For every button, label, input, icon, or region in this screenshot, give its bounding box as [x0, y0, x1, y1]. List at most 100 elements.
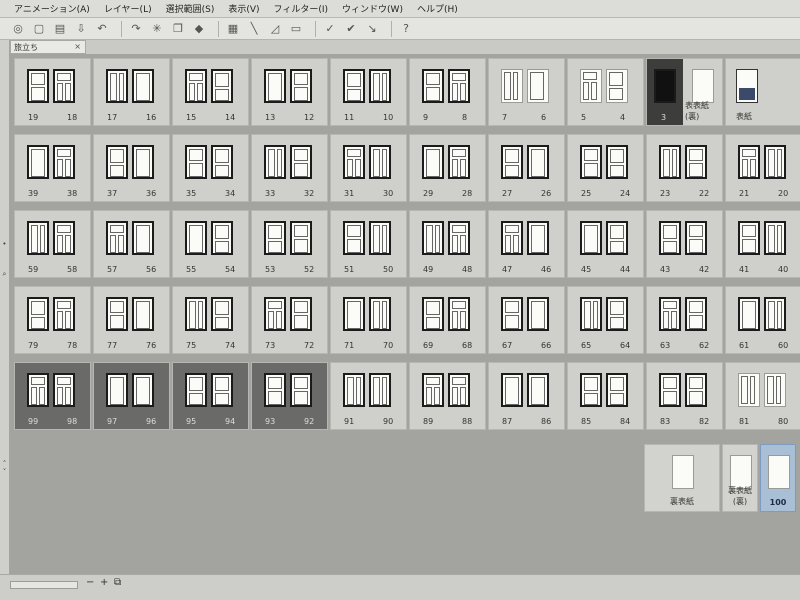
page-thumbnail[interactable] — [132, 145, 154, 179]
page-thumbnail[interactable] — [501, 221, 523, 255]
page-spread[interactable]: 31 30 — [330, 134, 407, 202]
selected-page[interactable]: 100 — [760, 444, 796, 512]
page-thumbnail[interactable] — [736, 69, 758, 103]
menu-item[interactable]: 選択範囲(S) — [166, 2, 215, 15]
page-thumbnail[interactable] — [527, 145, 549, 179]
page-spread[interactable]: 97 96 — [93, 362, 170, 430]
page-thumbnail[interactable] — [685, 373, 707, 407]
page-spread[interactable]: 35 34 — [172, 134, 249, 202]
page-thumbnail[interactable] — [185, 373, 207, 407]
search-icon[interactable]: ⌕ — [1, 270, 8, 278]
save-icon[interactable]: ⇩ — [73, 21, 89, 37]
page-spread[interactable]: 76 — [488, 58, 565, 126]
page-thumbnail[interactable] — [132, 297, 154, 331]
page-spread[interactable]: 77 76 — [93, 286, 170, 354]
help-icon[interactable]: ? — [398, 21, 414, 37]
page-spread[interactable]: 33 32 — [251, 134, 328, 202]
page-thumbnail[interactable] — [527, 373, 549, 407]
page-spread[interactable]: 37 36 — [93, 134, 170, 202]
page-spread[interactable]: 49 48 — [409, 210, 486, 278]
page-thumbnail[interactable] — [659, 373, 681, 407]
page-thumbnail[interactable] — [132, 221, 154, 255]
app-icon[interactable]: ◎ — [10, 21, 26, 37]
page-spread[interactable]: 59 58 — [14, 210, 91, 278]
page-thumbnail[interactable] — [764, 373, 786, 407]
page-spread[interactable]: 47 46 — [488, 210, 565, 278]
tab-document[interactable]: 旅立ち × — [10, 40, 86, 54]
page-spread[interactable]: 65 64 — [567, 286, 644, 354]
ruler-icon[interactable]: ╲ — [246, 21, 262, 37]
page-thumbnail[interactable] — [580, 373, 602, 407]
page-spread[interactable]: 45 44 — [567, 210, 644, 278]
page-thumbnail[interactable] — [672, 455, 694, 489]
page-thumbnail[interactable] — [369, 145, 391, 179]
page-thumbnail[interactable] — [27, 221, 49, 255]
page-spread[interactable]: 11 10 — [330, 58, 407, 126]
page-thumbnail[interactable] — [580, 297, 602, 331]
page-thumbnail[interactable] — [606, 221, 628, 255]
page-thumbnail[interactable] — [343, 69, 365, 103]
page-spread[interactable]: 98 — [409, 58, 486, 126]
page-thumbnail[interactable] — [106, 373, 128, 407]
check-arrow-icon[interactable]: ↘ — [364, 21, 380, 37]
check-icon[interactable]: ✓ — [322, 21, 338, 37]
page-spread[interactable]: 17 16 — [93, 58, 170, 126]
page-spread[interactable]: 93 92 — [251, 362, 328, 430]
page-thumbnail[interactable] — [527, 221, 549, 255]
page-spread[interactable]: 99 98 — [14, 362, 91, 430]
frame-icon[interactable]: ▭ — [288, 21, 304, 37]
page-thumbnail[interactable] — [448, 297, 470, 331]
page-thumbnail[interactable] — [264, 145, 286, 179]
page-thumbnail[interactable] — [343, 145, 365, 179]
page-spread[interactable]: 73 72 — [251, 286, 328, 354]
page-spread[interactable]: 91 90 — [330, 362, 407, 430]
page-thumbnail[interactable] — [422, 297, 444, 331]
page-thumbnail[interactable] — [659, 221, 681, 255]
page-thumbnail[interactable] — [422, 145, 444, 179]
page-thumbnail[interactable] — [685, 145, 707, 179]
page-spread[interactable]: 61 60 — [725, 286, 800, 354]
page-thumbnail[interactable] — [527, 297, 549, 331]
page-thumbnail[interactable] — [211, 297, 233, 331]
back-cover-page[interactable]: 裏表紙 — [644, 444, 720, 512]
page-thumbnail[interactable] — [369, 69, 391, 103]
scroll-up-icon[interactable]: ˄ — [1, 460, 8, 468]
page-spread[interactable]: 51 50 — [330, 210, 407, 278]
page-thumbnail[interactable] — [264, 221, 286, 255]
page-thumbnail[interactable] — [730, 455, 752, 489]
page-thumbnail[interactable] — [290, 297, 312, 331]
page-thumbnail[interactable] — [738, 145, 760, 179]
page-spread[interactable]: 95 94 — [172, 362, 249, 430]
page-thumbnail[interactable] — [53, 69, 75, 103]
page-thumbnail[interactable] — [185, 297, 207, 331]
page-thumbnail[interactable] — [764, 297, 786, 331]
page-thumbnail[interactable] — [264, 373, 286, 407]
page-spread[interactable]: 53 52 — [251, 210, 328, 278]
page-spread[interactable]: 25 24 — [567, 134, 644, 202]
page-thumbnail[interactable] — [27, 373, 49, 407]
page-thumbnail[interactable] — [580, 145, 602, 179]
zoom-out-button[interactable]: − — [86, 577, 94, 588]
page-spread[interactable]: 21 20 — [725, 134, 800, 202]
fit-view-button[interactable]: ⧉ — [114, 577, 121, 588]
page-thumbnail[interactable] — [290, 373, 312, 407]
page-thumbnail[interactable] — [290, 221, 312, 255]
page-thumbnail[interactable] — [264, 297, 286, 331]
scroll-down-icon[interactable]: ˅ — [1, 468, 8, 476]
page-spread[interactable]: 13 12 — [251, 58, 328, 126]
page-thumbnail[interactable] — [738, 221, 760, 255]
back-cover-page[interactable]: 裏表紙(裏) — [722, 444, 758, 512]
page-spread[interactable]: 89 88 — [409, 362, 486, 430]
page-thumbnail[interactable] — [738, 373, 760, 407]
page-thumbnail[interactable] — [132, 373, 154, 407]
page-spread[interactable]: 67 66 — [488, 286, 565, 354]
page-thumbnail[interactable] — [422, 373, 444, 407]
page-thumbnail[interactable] — [448, 221, 470, 255]
page-thumbnail[interactable] — [764, 145, 786, 179]
page-thumbnail[interactable] — [606, 297, 628, 331]
side-marker-icon[interactable]: • — [1, 240, 8, 248]
page-thumbnail[interactable] — [185, 145, 207, 179]
page-thumbnail[interactable] — [501, 69, 523, 103]
page-thumbnail[interactable] — [53, 145, 75, 179]
page-thumbnail[interactable] — [606, 373, 628, 407]
